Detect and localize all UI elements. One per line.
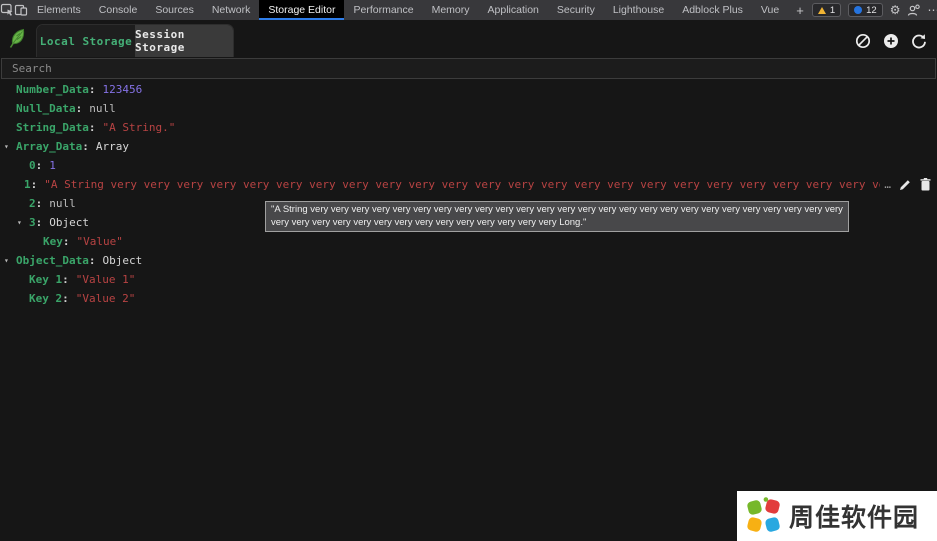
tree-row-array-data[interactable]: ▾ Array_Data: Array	[0, 137, 937, 156]
row-value: Array	[95, 140, 129, 153]
row-key: Array_Data	[16, 140, 83, 153]
row-key: 1	[24, 178, 31, 191]
row-key: Key	[43, 235, 63, 248]
inspect-element-icon[interactable]	[0, 0, 14, 20]
row-value: "Value 1"	[75, 273, 136, 286]
row-key: Key 1	[29, 273, 63, 286]
tab-network[interactable]: Network	[203, 0, 260, 20]
row-value: Object	[102, 254, 143, 267]
people-icon[interactable]	[907, 4, 921, 17]
watermark: 周佳软件园	[737, 491, 937, 541]
tree-row-object-key[interactable]: Key: "Value"	[0, 232, 937, 251]
tab-security[interactable]: Security	[548, 0, 604, 20]
delete-trash-icon[interactable]	[920, 178, 931, 191]
tree-row-null-data[interactable]: Null_Data: null	[0, 99, 937, 118]
watermark-text: 周佳软件园	[789, 504, 920, 532]
extension-toolbar: Local Storage Session Storage	[0, 20, 937, 57]
tree-row-object-data[interactable]: ▾ Object_Data: Object	[0, 251, 937, 270]
row-value: null	[89, 102, 116, 115]
tab-lighthouse[interactable]: Lighthouse	[604, 0, 673, 20]
tree-row-string-data[interactable]: String_Data: "A String."	[0, 118, 937, 137]
row-key: Object_Data	[16, 254, 89, 267]
storage-tabs: Local Storage Session Storage	[36, 24, 234, 57]
row-value: null	[49, 197, 76, 210]
edit-pencil-icon[interactable]	[899, 179, 911, 191]
row-value: Object	[49, 216, 89, 229]
collapse-arrow-icon[interactable]: ▾	[4, 142, 16, 151]
row-key: Null_Data	[16, 102, 76, 115]
row-key: Number_Data	[16, 83, 89, 96]
issues-badge[interactable]: 12	[848, 3, 883, 17]
row-value: "Value"	[76, 235, 123, 248]
tab-session-storage[interactable]: Session Storage	[135, 25, 233, 57]
tree-row-array-1-long-string[interactable]: 1: "A String very very very very very ve…	[0, 175, 937, 194]
collapse-arrow-icon[interactable]: ▾	[4, 256, 16, 265]
row-key: 3	[29, 216, 36, 229]
row-value: 123456	[102, 83, 143, 96]
row-key: 2	[29, 197, 36, 210]
clear-all-icon[interactable]	[855, 33, 871, 49]
tab-console[interactable]: Console	[90, 0, 147, 20]
collapse-arrow-icon[interactable]: ▾	[17, 218, 29, 227]
row-value: "A String very very very very very very …	[44, 178, 880, 191]
tree-row-number-data[interactable]: Number_Data: 123456	[0, 80, 937, 99]
warnings-badge[interactable]: 1	[811, 3, 842, 17]
search-input[interactable]	[1, 58, 936, 79]
tab-memory[interactable]: Memory	[423, 0, 479, 20]
row-key: String_Data	[16, 121, 89, 134]
tab-local-storage[interactable]: Local Storage	[37, 25, 135, 57]
tab-storage-editor[interactable]: Storage Editor	[259, 0, 345, 20]
row-key: Key 2	[29, 292, 63, 305]
device-toolbar-icon[interactable]	[14, 0, 28, 20]
tab-elements[interactable]: Elements	[28, 0, 90, 20]
refresh-icon[interactable]	[911, 33, 927, 49]
issues-count: 12	[866, 4, 877, 16]
add-item-icon[interactable]	[883, 33, 899, 49]
row-value: "Value 2"	[75, 292, 136, 305]
row-value: 1	[49, 159, 56, 172]
tab-adblock-plus[interactable]: Adblock Plus	[673, 0, 752, 20]
row-key: 0	[29, 159, 36, 172]
settings-gear-icon[interactable]: ⚙	[890, 3, 901, 17]
tab-application[interactable]: Application	[479, 0, 548, 20]
issues-dot-icon	[854, 6, 863, 14]
devtools-toolbar: Elements Console Sources Network Storage…	[0, 0, 937, 20]
value-tooltip: "A String very very very very very very …	[265, 201, 849, 232]
leaf-logo-icon	[0, 20, 36, 57]
warnings-count: 1	[829, 4, 836, 16]
truncation-ellipsis: …	[884, 178, 891, 191]
tab-performance[interactable]: Performance	[344, 0, 422, 20]
search-row	[0, 57, 937, 79]
tree-row-key-2[interactable]: Key 2: "Value 2"	[0, 289, 937, 308]
tree-row-array-0[interactable]: 0: 1	[0, 156, 937, 175]
pinwheel-logo-icon	[745, 497, 783, 535]
tree-row-key-1[interactable]: Key 1: "Value 1"	[0, 270, 937, 289]
storage-editor-panel: Elements Console Sources Network Storage…	[0, 0, 937, 541]
more-options-icon[interactable]: ⋯	[927, 3, 937, 17]
warning-triangle-icon	[817, 6, 826, 14]
row-value: "A String."	[102, 121, 176, 134]
tab-vue[interactable]: Vue	[752, 0, 788, 20]
tab-sources[interactable]: Sources	[146, 0, 203, 20]
more-tabs-icon[interactable]: +	[788, 0, 812, 20]
storage-tree: Number_Data: 123456 Null_Data: null Stri…	[0, 80, 937, 308]
